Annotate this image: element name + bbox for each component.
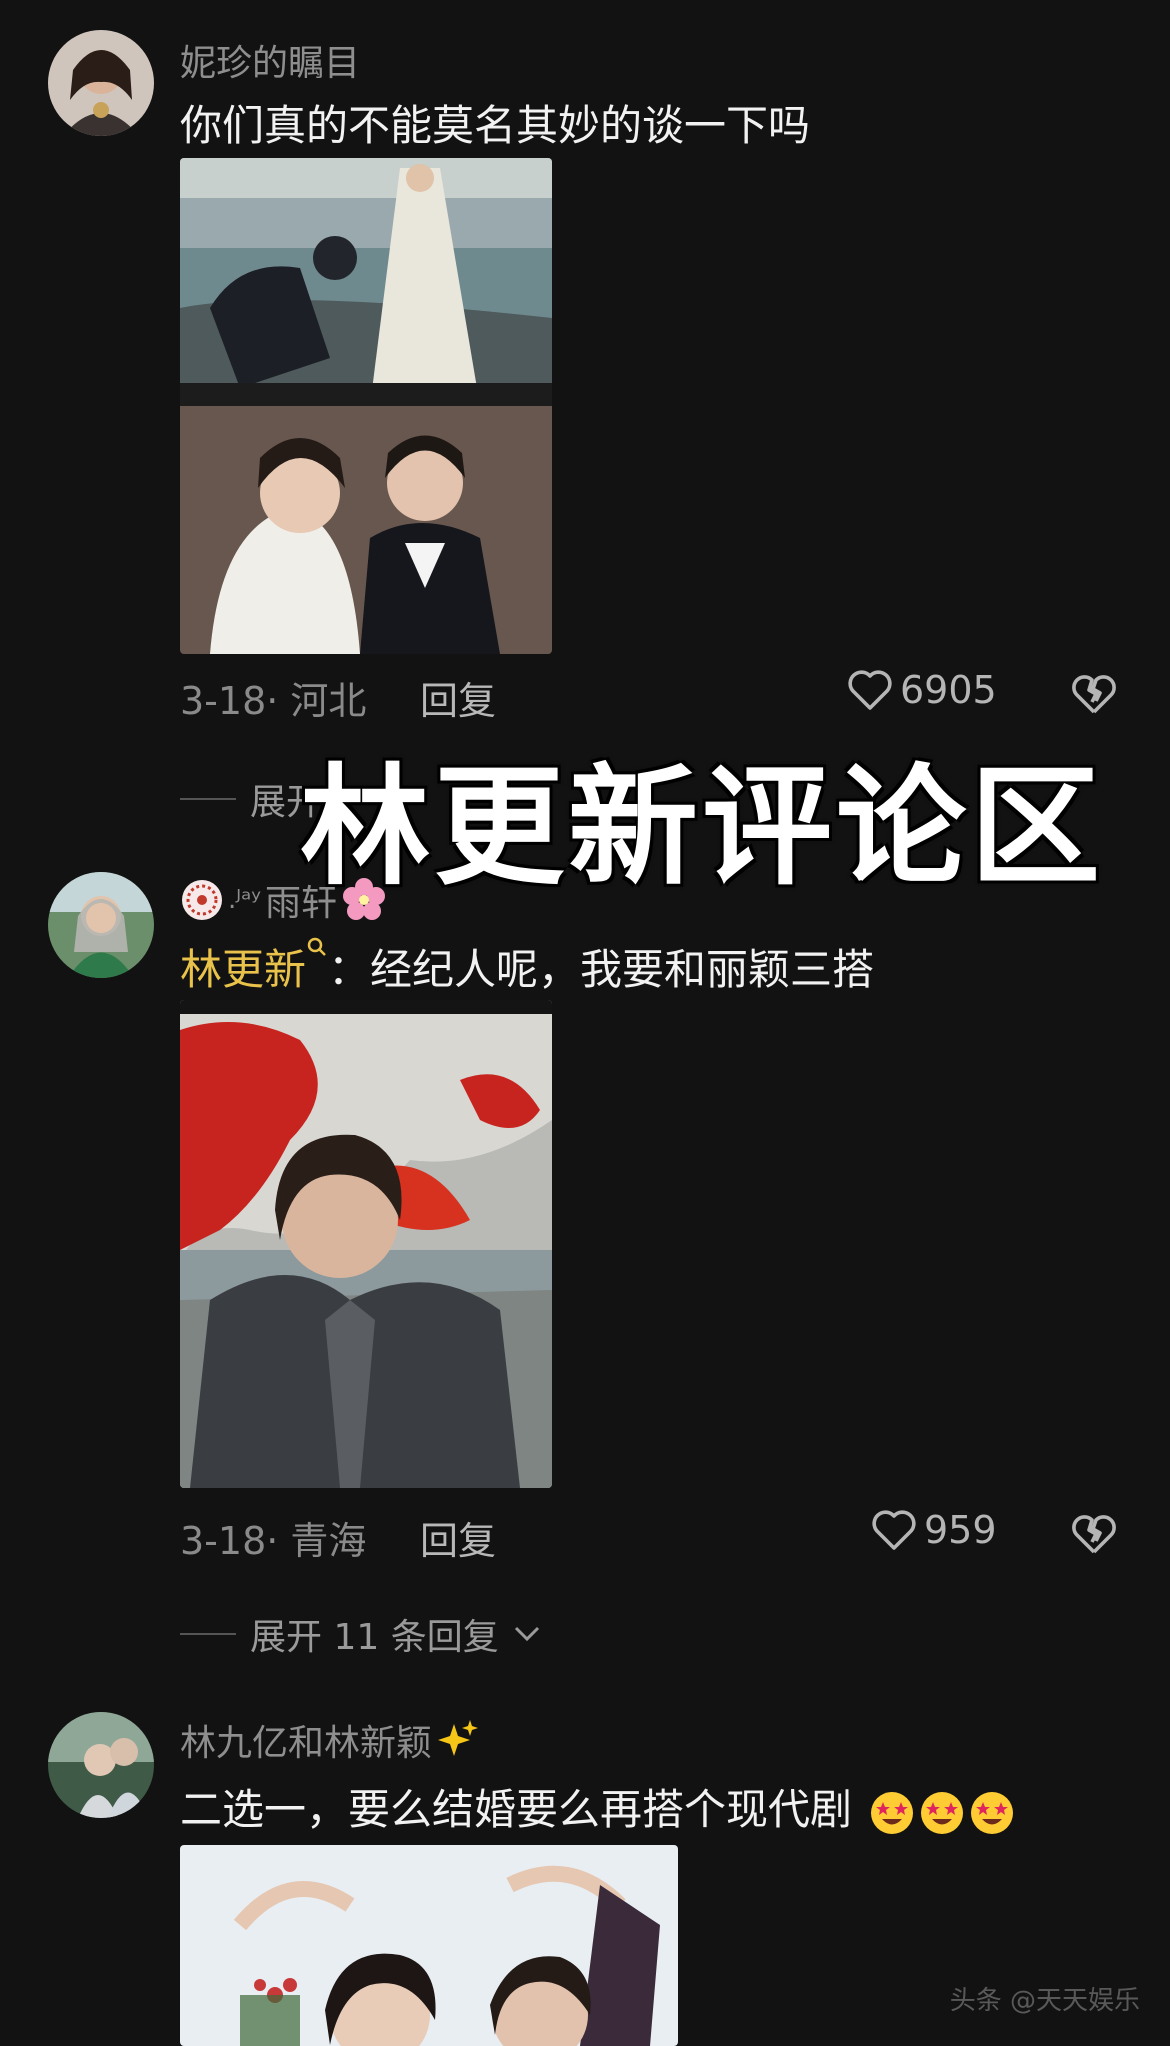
divider bbox=[180, 1633, 236, 1635]
avatar[interactable] bbox=[48, 1712, 154, 1818]
expand-replies[interactable]: 展开 11 条回复 bbox=[180, 1608, 541, 1660]
avatar[interactable] bbox=[48, 30, 154, 136]
search-icon bbox=[307, 937, 326, 956]
reply-button[interactable]: 回复 bbox=[420, 670, 496, 725]
divider bbox=[180, 798, 236, 800]
like-count: 959 bbox=[924, 1508, 997, 1552]
avatar[interactable] bbox=[48, 872, 154, 978]
star-struck-emoji-icon bbox=[921, 1791, 964, 1834]
dislike-button[interactable] bbox=[1070, 1512, 1118, 1560]
heart-icon bbox=[848, 670, 892, 710]
comment-date-location: 3-18· 河北 bbox=[180, 679, 367, 723]
comment-text: 你们真的不能莫名其妙的谈一下吗 bbox=[180, 101, 811, 150]
overlay-title: 林更新评论区 bbox=[300, 751, 1105, 903]
watermark: 头条 @天天娱乐 bbox=[949, 1986, 1140, 2016]
star-struck-emoji-icon bbox=[871, 1791, 914, 1834]
username-text: 林九亿和林新颖 bbox=[180, 1723, 433, 1764]
expand-label: 展开 11 条回复 bbox=[250, 1617, 499, 1658]
comment-body: 二选一，要么结婚要么再搭个现代剧 bbox=[180, 1785, 853, 1834]
broken-heart-icon bbox=[1072, 675, 1116, 714]
star-struck-emoji-icon bbox=[971, 1791, 1014, 1834]
username[interactable]: 妮珍的瞩目 bbox=[180, 34, 360, 86]
comment-text: 林更新 ：经纪人呢，我要和丽颖三搭 bbox=[180, 936, 874, 997]
username-prefix: .ᴶᵃʸ bbox=[228, 885, 261, 915]
username-text: 雨轩 bbox=[264, 883, 337, 924]
like-count: 6905 bbox=[900, 668, 997, 712]
dislike-button[interactable] bbox=[1070, 672, 1118, 720]
reply-button[interactable]: 回复 bbox=[420, 1510, 496, 1565]
mention-link[interactable]: 林更新 bbox=[180, 945, 306, 994]
comment-text: 二选一，要么结婚要么再搭个现代剧 bbox=[180, 1776, 1015, 1837]
flower-badge-icon bbox=[182, 880, 222, 920]
heart-icon bbox=[872, 1510, 916, 1550]
username[interactable]: .ᴶᵃʸ 雨轩 bbox=[180, 874, 387, 926]
comment-image[interactable] bbox=[180, 1845, 678, 2046]
like-button[interactable]: 6905 bbox=[846, 668, 997, 712]
broken-heart-icon bbox=[1072, 1515, 1116, 1554]
sparkles-icon bbox=[438, 1720, 479, 1756]
comment-body: ：经纪人呢，我要和丽颖三搭 bbox=[328, 945, 875, 994]
comment-image[interactable] bbox=[180, 158, 552, 654]
username[interactable]: 林九亿和林新颖 bbox=[180, 1714, 480, 1766]
cherry-blossom-icon bbox=[342, 878, 385, 920]
chevron-down-icon bbox=[514, 1626, 539, 1642]
comment-image[interactable] bbox=[180, 1000, 552, 1488]
like-button[interactable]: 959 bbox=[870, 1508, 997, 1552]
comment-date-location: 3-18· 青海 bbox=[180, 1519, 367, 1563]
